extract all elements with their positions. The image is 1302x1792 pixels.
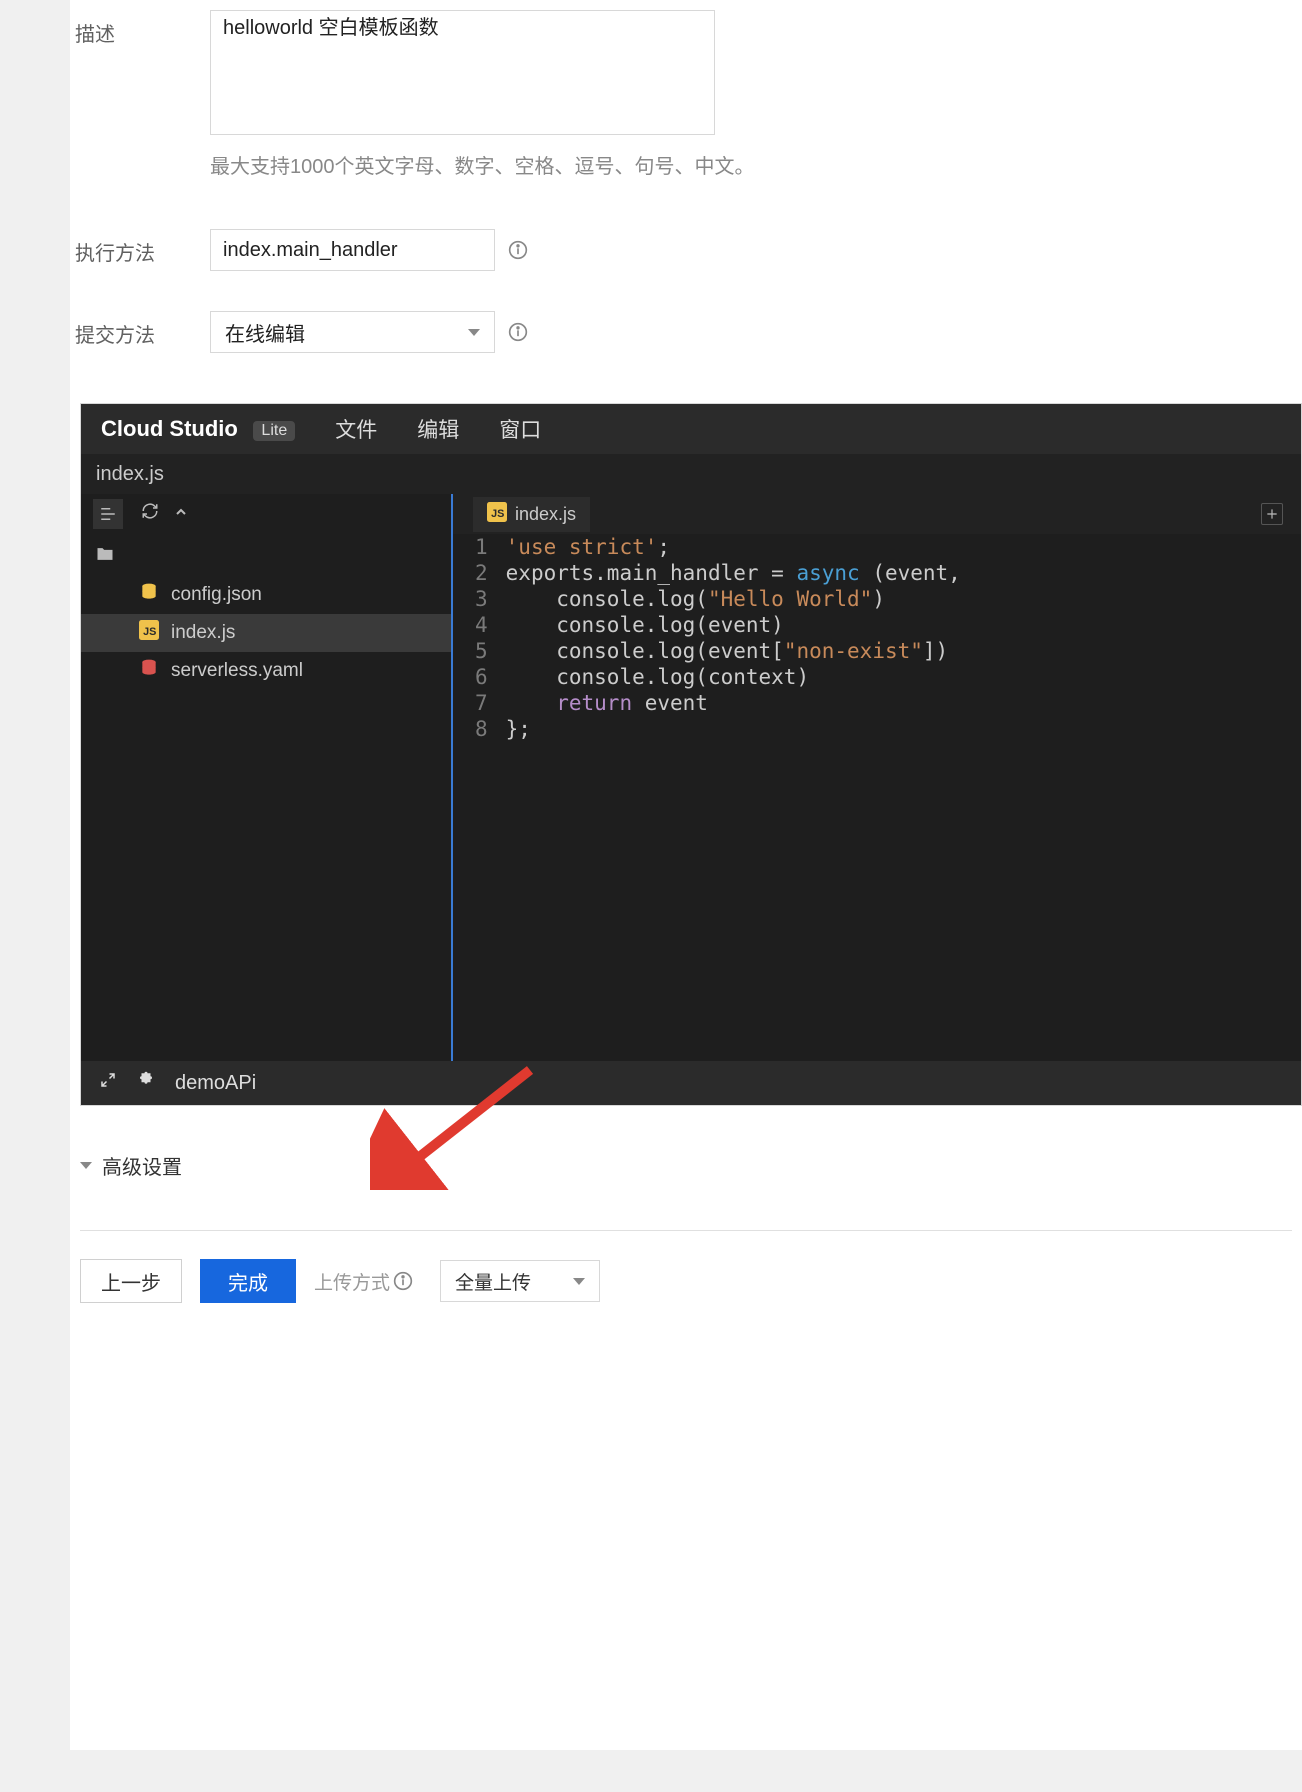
chevron-down-icon bbox=[573, 1278, 585, 1285]
file-config-json[interactable]: config.json bbox=[81, 576, 451, 614]
info-icon[interactable] bbox=[507, 239, 529, 261]
editor-brand-badge: Lite bbox=[253, 421, 295, 441]
advanced-label: 高级设置 bbox=[102, 1151, 182, 1180]
database-icon bbox=[139, 658, 159, 684]
tab-index-js[interactable]: JS index.js bbox=[473, 497, 590, 532]
exec-method-label: 执行方法 bbox=[75, 229, 210, 266]
editor-statusbar: demoAPi bbox=[81, 1061, 1301, 1105]
svg-text:JS: JS bbox=[491, 508, 504, 520]
file-label: index.js bbox=[171, 622, 235, 644]
chevron-down-icon bbox=[80, 1162, 92, 1169]
prev-button[interactable]: 上一步 bbox=[80, 1259, 182, 1303]
js-icon: JS bbox=[487, 502, 507, 527]
menu-file[interactable]: 文件 bbox=[335, 414, 377, 444]
chevron-down-icon bbox=[468, 329, 480, 336]
refresh-icon[interactable] bbox=[141, 502, 159, 526]
upload-mode-value: 全量上传 bbox=[455, 1268, 531, 1295]
code-editor: Cloud Studio Lite 文件 编辑 窗口 index.js bbox=[80, 403, 1302, 1106]
editor-subbar-title: index.js bbox=[96, 463, 164, 486]
info-icon[interactable] bbox=[392, 1270, 414, 1292]
menu-window[interactable]: 窗口 bbox=[499, 414, 541, 444]
file-label: config.json bbox=[171, 584, 262, 606]
description-textarea[interactable]: helloworld 空白模板函数 bbox=[210, 10, 715, 135]
svg-text:JS: JS bbox=[143, 626, 156, 638]
puzzle-icon[interactable] bbox=[137, 1071, 155, 1095]
status-project: demoAPi bbox=[175, 1072, 256, 1095]
database-icon bbox=[139, 582, 159, 608]
editor-topbar: Cloud Studio Lite 文件 编辑 窗口 bbox=[81, 404, 1301, 454]
file-index-js[interactable]: JS index.js bbox=[81, 614, 451, 652]
exec-method-input[interactable] bbox=[210, 229, 495, 271]
expand-icon[interactable] bbox=[99, 1071, 117, 1095]
code-text[interactable]: 'use strict';exports.main_handler = asyn… bbox=[506, 534, 961, 742]
submit-method-row: 提交方法 在线编辑 bbox=[75, 301, 1262, 363]
upload-mode-select[interactable]: 全量上传 bbox=[440, 1260, 600, 1302]
upload-mode-label: 上传方式 bbox=[314, 1268, 414, 1295]
description-row: 描述 helloworld 空白模板函数 最大支持1000个英文字母、数字、空格… bbox=[75, 0, 1262, 189]
file-serverless-yaml[interactable]: serverless.yaml bbox=[81, 652, 451, 690]
tree-toggle-icon[interactable] bbox=[93, 499, 123, 529]
js-icon: JS bbox=[139, 620, 159, 646]
info-icon[interactable] bbox=[507, 321, 529, 343]
code-gutter: 12345678 bbox=[453, 534, 506, 742]
file-sidebar: config.json JS index.js serverless.yaml bbox=[81, 494, 451, 1061]
tab-label: index.js bbox=[515, 504, 576, 525]
editor-brand: Cloud Studio bbox=[101, 416, 238, 441]
submit-method-label: 提交方法 bbox=[75, 311, 210, 348]
file-label: serverless.yaml bbox=[171, 660, 303, 682]
add-tab-button[interactable] bbox=[1261, 503, 1283, 525]
menu-edit[interactable]: 编辑 bbox=[417, 414, 459, 444]
collapse-icon[interactable] bbox=[173, 503, 189, 526]
description-label: 描述 bbox=[75, 10, 210, 47]
folder-root[interactable] bbox=[81, 538, 451, 576]
finish-button[interactable]: 完成 bbox=[200, 1259, 296, 1303]
editor-subbar: index.js bbox=[81, 454, 1301, 494]
folder-icon bbox=[95, 544, 115, 570]
submit-method-value: 在线编辑 bbox=[225, 318, 305, 347]
footer-bar: 上一步 完成 上传方式 全量上传 bbox=[80, 1230, 1292, 1303]
advanced-settings-toggle[interactable]: 高级设置 bbox=[80, 1151, 1302, 1180]
exec-method-row: 执行方法 bbox=[75, 219, 1262, 281]
submit-method-select[interactable]: 在线编辑 bbox=[210, 311, 495, 353]
code-area[interactable]: JS index.js 12345678 'use strict';export… bbox=[451, 494, 1301, 1061]
description-hint: 最大支持1000个英文字母、数字、空格、逗号、句号、中文。 bbox=[210, 150, 1262, 179]
